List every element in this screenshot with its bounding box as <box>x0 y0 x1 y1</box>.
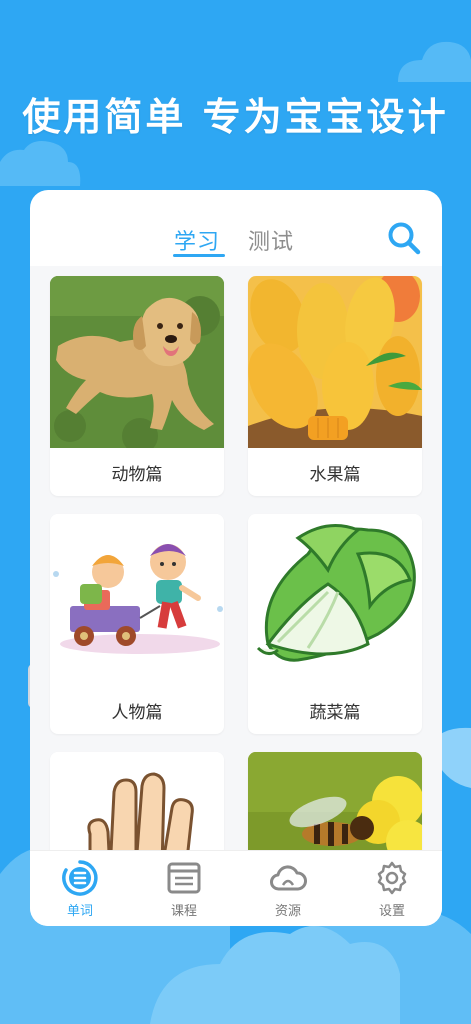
dog-photo <box>50 276 224 448</box>
category-label: 蔬菜篇 <box>309 703 361 723</box>
mango-photo <box>248 276 422 448</box>
category-tile-insects[interactable] <box>248 752 422 850</box>
gear-icon <box>377 861 407 895</box>
kids-cartoon <box>50 514 224 686</box>
tabbar-item-settings[interactable]: 设置 <box>362 859 422 919</box>
browser-icon <box>167 862 201 894</box>
tabbar-label: 设置 <box>378 904 405 919</box>
category-tile-vegetables[interactable]: 蔬菜篇 <box>248 514 422 734</box>
category-tile-fruits[interactable]: 水果篇 <box>248 276 422 496</box>
hand-illustration <box>50 752 224 850</box>
category-tile-people[interactable]: 人物篇 <box>50 514 224 734</box>
category-tile-animals[interactable]: 动物篇 <box>50 276 224 496</box>
tab-test[interactable]: 测试 <box>248 224 294 256</box>
tabbar-label: 课程 <box>170 904 197 919</box>
bottom-tab-bar: 单词 课程 资源 设置 <box>30 850 442 926</box>
search-icon[interactable] <box>386 220 422 256</box>
tab-study[interactable]: 学习 <box>174 224 220 256</box>
category-grid: 动物篇 水果篇 人物篇 蔬菜篇 <box>30 266 442 850</box>
tabbar-item-words[interactable]: 单词 <box>50 859 110 919</box>
tabbar-item-courses[interactable]: 课程 <box>154 859 214 919</box>
category-label: 动物篇 <box>111 465 163 485</box>
tabbar-label: 资源 <box>274 904 301 919</box>
cloud-icon <box>270 865 307 891</box>
category-label: 人物篇 <box>111 703 163 723</box>
category-tile-body[interactable] <box>50 752 224 850</box>
main-card: 学习 测试 动物篇 水果篇 人物篇 蔬菜篇 单词 课程 资源 设置 <box>30 190 442 926</box>
top-tab-bar: 学习 测试 <box>30 190 442 266</box>
list-icon <box>62 860 98 896</box>
tab-active-indicator <box>173 254 225 257</box>
headline-title: 使用简单 专为宝宝设计 <box>22 95 449 139</box>
cabbage-illustration <box>248 514 422 686</box>
tabbar-item-resources[interactable]: 资源 <box>258 859 318 919</box>
tabbar-label: 单词 <box>66 904 93 919</box>
bee-photo <box>248 752 422 850</box>
category-label: 水果篇 <box>309 465 361 485</box>
